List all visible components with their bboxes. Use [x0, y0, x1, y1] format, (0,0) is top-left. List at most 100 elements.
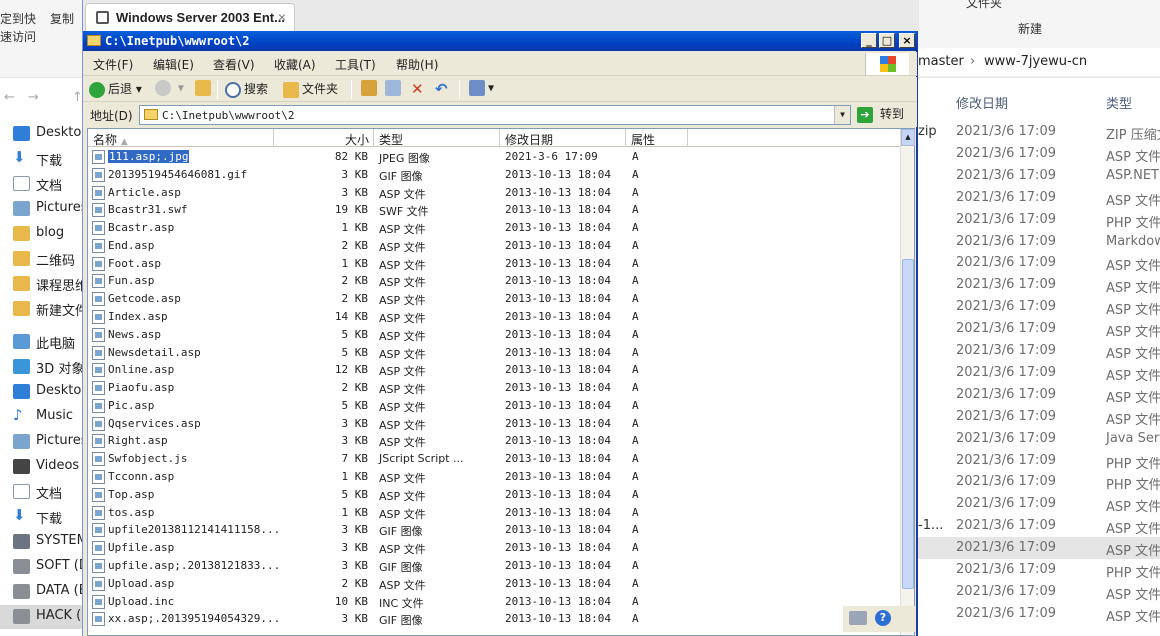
- host-file-row[interactable]: 2021/3/6 17:09 PHP 文件: [918, 559, 1160, 581]
- back-arrow-icon[interactable]: ←: [4, 90, 15, 105]
- copy-to-button[interactable]: [385, 80, 404, 99]
- search-button[interactable]: 搜索: [225, 80, 268, 99]
- host-file-row[interactable]: 2021/3/6 17:09 ASP 文件: [918, 384, 1160, 406]
- ribbon-pin-label[interactable]: 定到快: [0, 10, 36, 27]
- ribbon-quick-access-label[interactable]: 速访问: [0, 28, 36, 45]
- back-button[interactable]: 后退 ▾: [89, 80, 142, 99]
- file-row[interactable]: 20139519454646081.gif 3 KB GIF 图像 2013-10-1…: [88, 166, 900, 184]
- sidebar-item[interactable]: ⬇ 下载: [0, 505, 82, 529]
- host-file-row[interactable]: 2021/3/6 17:09 ASP 文件: [918, 187, 1160, 209]
- close-button[interactable]: ×: [899, 33, 915, 48]
- host-file-row[interactable]: 2021/3/6 17:09 ASP 文件: [918, 340, 1160, 362]
- file-row[interactable]: upfile20138112141411158... 3 KB GIF 图像 2013…: [88, 521, 900, 539]
- sidebar-item[interactable]: Pictures: [0, 430, 82, 454]
- sidebar-item[interactable]: SYSTEM: [0, 530, 82, 554]
- column-size[interactable]: 大小: [274, 129, 374, 147]
- host-file-row[interactable]: 2021/3/6 17:09 ASP 文件: [918, 318, 1160, 340]
- host-file-row[interactable]: 2021/3/6 17:09 ASP 文件: [918, 274, 1160, 296]
- file-row[interactable]: Top.asp 5 KB ASP 文件 2013-10-13 18:04 A: [88, 486, 900, 504]
- chevron-down-icon[interactable]: ▼: [834, 106, 850, 124]
- file-row[interactable]: Bcastr.asp 1 KB ASP 文件 2013-10-13 18:04 A: [88, 219, 900, 237]
- move-to-button[interactable]: [361, 80, 380, 99]
- sidebar-item[interactable]: ⬇ 下载: [0, 147, 82, 171]
- forward-button[interactable]: ▾: [155, 80, 184, 99]
- ribbon-copy-label[interactable]: 复制: [50, 10, 74, 27]
- address-input[interactable]: C:\Inetpub\wwwroot\2 ▼: [139, 105, 851, 125]
- menu-tools[interactable]: 工具(T): [335, 56, 376, 73]
- host-file-row[interactable]: 2021/3/6 17:09 ASP 文件: [918, 296, 1160, 318]
- sidebar-item[interactable]: Deskto: [0, 122, 82, 146]
- breadcrumb-master[interactable]: master: [918, 54, 964, 69]
- host-file-row[interactable]: 2021/3/6 17:09 PHP 文件: [918, 209, 1160, 231]
- up-folder-button[interactable]: [195, 80, 214, 99]
- file-row[interactable]: xx.asp;.201395194054329... 3 KB GIF 图像 2013…: [88, 610, 900, 628]
- host-file-row[interactable]: 2021/3/6 17:09 ASP 文件: [918, 143, 1160, 165]
- undo-button[interactable]: ↶: [435, 80, 448, 99]
- host-file-row[interactable]: 2021/3/6 17:09 ASP 文件: [918, 603, 1160, 625]
- host-file-row[interactable]: 2021/3/6 17:09 PHP 文件: [918, 450, 1160, 472]
- file-row[interactable]: Qqservices.asp 3 KB ASP 文件 2013-10-13 18:04…: [88, 415, 900, 433]
- ribbon-new-label[interactable]: 新建: [1018, 20, 1042, 37]
- sidebar-item[interactable]: 文档: [0, 480, 82, 504]
- sidebar-item[interactable]: 文档: [0, 172, 82, 196]
- host-file-row[interactable]: -1... 2021/3/6 17:09 ASP 文件: [918, 515, 1160, 537]
- sidebar-item[interactable]: 此电脑: [0, 330, 82, 354]
- sidebar-item[interactable]: 二维码: [0, 247, 82, 271]
- vertical-scrollbar[interactable]: ▲: [900, 129, 915, 635]
- scroll-up-icon[interactable]: ▲: [901, 129, 915, 146]
- file-row[interactable]: Getcode.asp 2 KB ASP 文件 2013-10-13 18:04 A: [88, 290, 900, 308]
- host-file-row[interactable]: 2021/3/6 17:09 ASP 文件: [918, 537, 1160, 560]
- file-row[interactable]: Swfobject.js 7 KB JScript Script ... 2013-1…: [88, 450, 900, 468]
- host-breadcrumb[interactable]: master › www-7jyewu-cn: [918, 48, 1160, 76]
- column-attributes[interactable]: 属性: [626, 129, 688, 147]
- file-row[interactable]: End.asp 2 KB ASP 文件 2013-10-13 18:04 A: [88, 237, 900, 255]
- sidebar-item[interactable]: ♪ Music: [0, 405, 82, 429]
- host-file-row[interactable]: 2021/3/6 17:09 ASP 文件: [918, 252, 1160, 274]
- file-row[interactable]: Fun.asp 2 KB ASP 文件 2013-10-13 18:04 A: [88, 272, 900, 290]
- file-row[interactable]: Upfile.asp 3 KB ASP 文件 2013-10-13 18:04 A: [88, 539, 900, 557]
- sidebar-item[interactable]: HACK (: [0, 605, 82, 629]
- sidebar-item[interactable]: 课程思维: [0, 272, 82, 296]
- file-row[interactable]: Newsdetail.asp 5 KB ASP 文件 2013-10-13 18:04…: [88, 344, 900, 362]
- sidebar-item[interactable]: Deskto: [0, 380, 82, 404]
- minimize-button[interactable]: _: [861, 33, 877, 48]
- file-row[interactable]: Pic.asp 5 KB ASP 文件 2013-10-13 18:04 A: [88, 397, 900, 415]
- close-icon[interactable]: ×: [278, 9, 286, 25]
- sidebar-item[interactable]: 新建文件: [0, 297, 82, 321]
- ribbon-folder-label[interactable]: 文件夹: [966, 0, 1002, 11]
- sidebar-item[interactable]: blog: [0, 222, 82, 246]
- maximize-button[interactable]: □: [879, 33, 895, 48]
- file-row[interactable]: Right.asp 3 KB ASP 文件 2013-10-13 18:04 A: [88, 432, 900, 450]
- file-row[interactable]: tos.asp 1 KB ASP 文件 2013-10-13 18:04 A: [88, 504, 900, 522]
- vm-tab[interactable]: Windows Server 2003 Ent... ×: [85, 3, 295, 31]
- views-button[interactable]: ▾: [469, 80, 494, 99]
- host-file-row[interactable]: 2021/3/6 17:09 ASP 文件: [918, 493, 1160, 515]
- file-row[interactable]: Article.asp 3 KB ASP 文件 2013-10-13 18:04 A: [88, 184, 900, 202]
- go-button[interactable]: ➔ 转到: [857, 105, 913, 125]
- menu-file[interactable]: 文件(F): [93, 56, 133, 73]
- host-file-row[interactable]: 2021/3/6 17:09 ASP 文件: [918, 406, 1160, 428]
- menu-help[interactable]: 帮助(H): [396, 56, 438, 73]
- sidebar-item[interactable]: Videos: [0, 455, 82, 479]
- file-row[interactable]: News.asp 5 KB ASP 文件 2013-10-13 18:04 A: [88, 326, 900, 344]
- sidebar-item[interactable]: SOFT (D: [0, 555, 82, 579]
- host-file-row[interactable]: 2021/3/6 17:09 ASP.NET: [918, 165, 1160, 187]
- file-row[interactable]: 111.asp;.jpg 82 KB JPEG 图像 2021-3-6 17:09 A: [88, 148, 900, 166]
- sidebar-item[interactable]: 3D 对象: [0, 355, 82, 379]
- column-type[interactable]: 类型: [374, 129, 500, 147]
- file-row[interactable]: Piaofu.asp 2 KB ASP 文件 2013-10-13 18:04 A: [88, 379, 900, 397]
- scroll-thumb[interactable]: [902, 259, 914, 589]
- breadcrumb-folder[interactable]: www-7jyewu-cn: [984, 54, 1087, 69]
- delete-button[interactable]: ✕: [411, 80, 424, 99]
- folders-button[interactable]: 文件夹: [283, 80, 338, 99]
- menu-view[interactable]: 查看(V): [213, 56, 255, 73]
- file-row[interactable]: Bcastr31.swf 19 KB SWF 文件 2013-10-13 18:04 A: [88, 201, 900, 219]
- file-row[interactable]: Index.asp 14 KB ASP 文件 2013-10-13 18:04 A: [88, 308, 900, 326]
- host-file-row[interactable]: 2021/3/6 17:09 Markdow: [918, 231, 1160, 253]
- file-row[interactable]: Online.asp 12 KB ASP 文件 2013-10-13 18:04 A: [88, 361, 900, 379]
- menu-favorites[interactable]: 收藏(A): [274, 56, 316, 73]
- host-file-row[interactable]: 2021/3/6 17:09 ASP 文件: [918, 581, 1160, 603]
- column-type[interactable]: 类型: [1106, 93, 1132, 112]
- host-file-row[interactable]: 2021/3/6 17:09 Java Serv: [918, 428, 1160, 450]
- host-file-row[interactable]: zip 2021/3/6 17:09 ZIP 压缩文: [918, 121, 1160, 143]
